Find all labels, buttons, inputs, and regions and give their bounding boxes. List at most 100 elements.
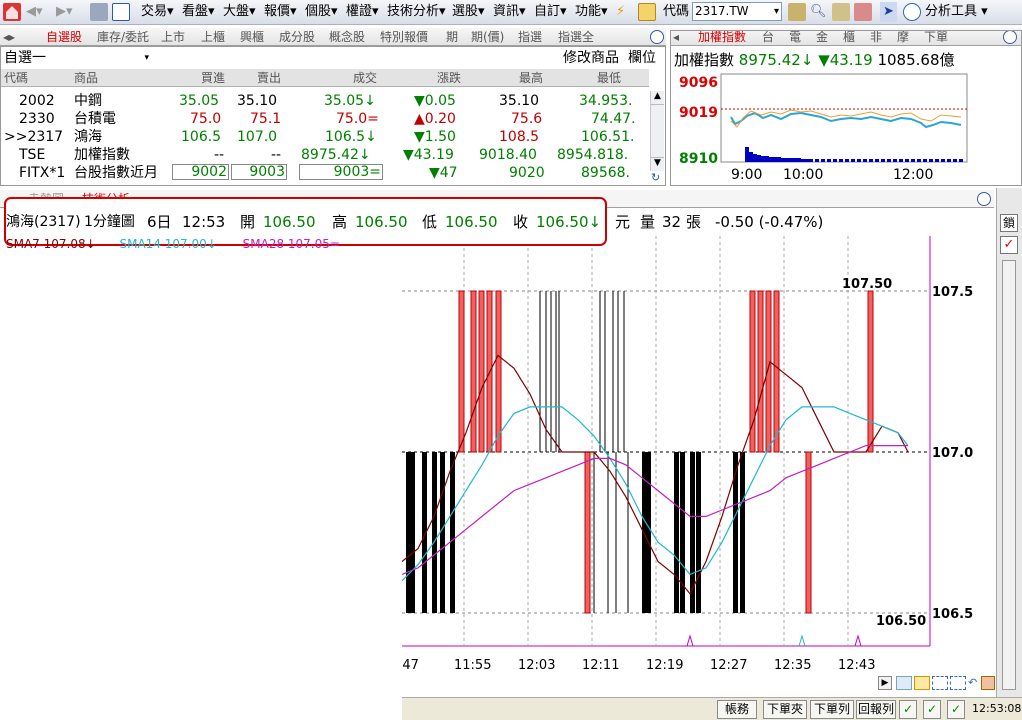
tab-listed[interactable]: 上市 bbox=[161, 29, 185, 45]
col-change[interactable]: 漲跌 bbox=[437, 69, 461, 87]
back-icon[interactable]: ◀▾ bbox=[26, 2, 43, 22]
refresh-icon[interactable]: ↻ bbox=[651, 171, 664, 184]
popup-icon[interactable] bbox=[112, 3, 130, 21]
sma-legend: SMA7 107.08↓ SMA14 107.00↓ SMA28 107.05= bbox=[6, 238, 376, 251]
menu-watch[interactable]: 看盤▾ bbox=[182, 2, 215, 22]
table-row[interactable]: 2002 中鋼 35.05 35.10 35.05↓ ▼0.05 35.10 3… bbox=[1, 92, 649, 110]
edit-symbols-button[interactable]: 修改商品 bbox=[563, 50, 619, 67]
table-row[interactable]: FITX*1 台股指數近月 9002 9003 9003= ▼47 9020 8… bbox=[1, 164, 649, 182]
index-x-label: 9:00 bbox=[731, 167, 762, 183]
col-code[interactable]: 代碼 bbox=[4, 69, 28, 87]
down-bar bbox=[646, 452, 651, 613]
info-close-label: 收 bbox=[513, 213, 529, 231]
quote-table: 自選一 ▾ 修改商品 欄位 代碼 商品 買進 賣出 成交 漲跌 最高 最低 200… bbox=[0, 46, 666, 186]
analysis-tools-menu[interactable]: 分析工具 ▾ bbox=[925, 2, 988, 22]
alert-icon[interactable] bbox=[854, 3, 872, 21]
quote-scrollbar[interactable]: ▲ ▼ bbox=[650, 91, 664, 171]
account-button[interactable]: 帳務 bbox=[717, 700, 757, 719]
scroll-right-icon[interactable]: ▶ bbox=[878, 676, 892, 690]
forward-icon[interactable]: ▶▾ bbox=[56, 2, 73, 22]
tab-special[interactable]: 特別報價 bbox=[380, 29, 428, 45]
report-bar-button[interactable]: 回報列 bbox=[856, 700, 896, 719]
tab-index-options[interactable]: 指選 bbox=[518, 29, 542, 45]
tab-otc[interactable]: 上櫃 bbox=[201, 29, 225, 45]
menu-custom[interactable]: 自訂▾ bbox=[534, 2, 567, 22]
tab-futures[interactable]: 期 bbox=[446, 29, 458, 45]
zoom-icon[interactable] bbox=[977, 192, 991, 206]
chart-type-icon[interactable] bbox=[981, 676, 995, 690]
index-name: 加權指數 bbox=[674, 51, 735, 69]
index-panel: 加權指數 8975.42↓ ▼43.19 1085.68億 9096 9019 … bbox=[670, 30, 1022, 186]
checkbox-icon[interactable]: ✓ bbox=[1000, 236, 1018, 254]
index-summary: 加權指數 8975.42↓ ▼43.19 1085.68億 bbox=[674, 49, 954, 70]
chart-tool-icon[interactable] bbox=[788, 3, 806, 21]
menu-stock[interactable]: 個股▾ bbox=[305, 2, 338, 22]
watchlist-select[interactable]: 自選一 ▾ bbox=[4, 50, 149, 67]
menu-screener[interactable]: 選股▾ bbox=[452, 2, 485, 22]
pointer-icon[interactable]: ➤ bbox=[880, 2, 897, 22]
vertical-scrollbar[interactable] bbox=[1002, 260, 1016, 690]
tab-inventory[interactable]: 庫存/委託 bbox=[97, 29, 149, 45]
check-icon[interactable]: ✓ bbox=[923, 700, 941, 719]
scroll-down-icon[interactable]: ▼ bbox=[651, 157, 664, 171]
tabs-left-arrow[interactable]: ◂▸ bbox=[3, 29, 15, 45]
period-icon[interactable] bbox=[914, 676, 930, 690]
tab-watchlist[interactable]: 自選股 bbox=[46, 29, 82, 45]
check-icon[interactable]: ✓ bbox=[947, 700, 965, 719]
analysis-tools-icon[interactable] bbox=[903, 3, 921, 21]
indicator-icon[interactable] bbox=[896, 676, 912, 690]
menu-trade[interactable]: 交易▾ bbox=[141, 2, 174, 22]
tab-components[interactable]: 成分股 bbox=[279, 29, 315, 45]
search-icon[interactable]: 🔍︎ bbox=[810, 2, 827, 22]
order-bar-button[interactable]: 下單列 bbox=[810, 700, 854, 719]
tab-futures-price[interactable]: 期(價) bbox=[471, 29, 504, 45]
cell-bid: 106.5 bbox=[181, 129, 222, 145]
x-tick-label: 12:19 bbox=[646, 658, 683, 673]
lightning-icon[interactable]: ⚡ bbox=[616, 2, 625, 22]
up-bar bbox=[805, 451, 812, 614]
code-input[interactable]: 2317.TW ▾ bbox=[692, 2, 782, 21]
down-bar bbox=[432, 452, 437, 613]
up-bar bbox=[773, 290, 780, 453]
menu-function[interactable]: 功能▾ bbox=[575, 2, 608, 22]
tab-index-options-all[interactable]: 指選全 bbox=[558, 29, 594, 45]
price-chart[interactable]: 107.50 106.50 107.5 107.0 106.5 :47 11:55… bbox=[402, 236, 996, 696]
down-bar bbox=[696, 452, 701, 613]
table-row[interactable]: TSE 加權指數 -- -- 8975.42↓ ▼43.19 9018.40 8… bbox=[1, 146, 649, 164]
draw-tool-icon[interactable] bbox=[832, 3, 850, 21]
tab-emerging[interactable]: 興櫃 bbox=[240, 29, 264, 45]
menu-info[interactable]: 資訊▾ bbox=[493, 2, 526, 22]
home-icon[interactable] bbox=[3, 3, 21, 21]
x-tick-label: 12:35 bbox=[774, 658, 811, 673]
menu-quote[interactable]: 報價▾ bbox=[264, 2, 297, 22]
cell-bid[interactable]: 9002 bbox=[172, 164, 229, 180]
notepad-icon[interactable] bbox=[638, 3, 656, 21]
order-folder-button[interactable]: 下單夾 bbox=[763, 700, 807, 719]
cell-code: FITX*1 bbox=[19, 165, 66, 181]
up-bar bbox=[458, 290, 465, 453]
zoom-in-icon[interactable] bbox=[950, 676, 966, 690]
table-row[interactable]: >>2317 鴻海 106.5 107.0 106.5↓ ▼1.50 108.5… bbox=[1, 128, 649, 146]
col-high[interactable]: 最高 bbox=[519, 69, 543, 87]
tab-concept[interactable]: 概念股 bbox=[329, 29, 365, 45]
table-row[interactable]: 2330 台積電 75.0 75.1 75.0= ▲0.20 75.6 74.4… bbox=[1, 110, 649, 128]
check-icon[interactable]: ✓ bbox=[899, 700, 917, 719]
print-icon[interactable] bbox=[90, 3, 108, 21]
col-name[interactable]: 商品 bbox=[74, 69, 98, 87]
columns-button[interactable]: 欄位 bbox=[628, 50, 656, 67]
scroll-up-icon[interactable]: ▲ bbox=[651, 91, 664, 105]
menu-warrant[interactable]: 權證▾ bbox=[346, 2, 379, 22]
cell-last[interactable]: 9003= bbox=[299, 164, 383, 180]
cell-ask[interactable]: 9003 bbox=[231, 164, 287, 180]
undo-icon[interactable]: ↶ bbox=[968, 676, 980, 690]
lock-button[interactable]: 鎖 bbox=[1000, 214, 1018, 232]
col-low[interactable]: 最低 bbox=[597, 69, 621, 87]
menu-tech-analysis[interactable]: 技術分析▾ bbox=[387, 2, 446, 22]
cell-name: 鴻海 bbox=[74, 129, 102, 145]
zoom-icon[interactable] bbox=[650, 30, 664, 44]
col-last[interactable]: 成交 bbox=[353, 69, 377, 87]
menu-market[interactable]: 大盤▾ bbox=[223, 2, 256, 22]
col-ask[interactable]: 賣出 bbox=[257, 69, 281, 87]
zoom-out-icon[interactable] bbox=[932, 676, 948, 690]
col-bid[interactable]: 買進 bbox=[201, 69, 225, 87]
